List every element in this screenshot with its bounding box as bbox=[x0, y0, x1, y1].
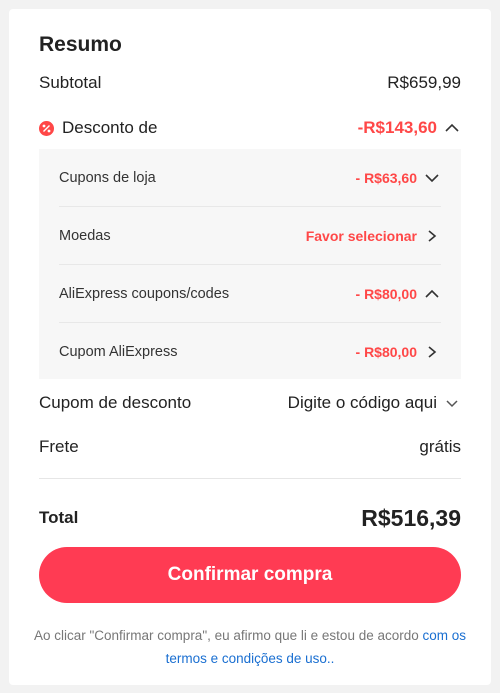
coupon-code-row[interactable]: Cupom de desconto Digite o código aqui bbox=[39, 391, 461, 415]
terms-text: Ao clicar "Confirmar compra", eu afirmo … bbox=[33, 628, 423, 643]
terms-suffix: .. bbox=[326, 651, 335, 666]
discount-value: -R$143,60 bbox=[357, 118, 437, 137]
discount-item-value: - R$63,60 bbox=[355, 169, 417, 186]
chevron-right-icon[interactable] bbox=[423, 345, 441, 359]
discount-item-store-coupons[interactable]: Cupons de loja - R$63,60 bbox=[59, 149, 441, 206]
order-summary-card: Resumo Subtotal R$659,99 Desconto de -R$… bbox=[9, 9, 491, 685]
chevron-up-icon[interactable] bbox=[423, 287, 441, 301]
divider bbox=[39, 478, 461, 479]
discount-item-aliexpress-codes[interactable]: AliExpress coupons/codes - R$80,00 bbox=[59, 265, 441, 322]
shipping-value: grátis bbox=[419, 437, 461, 456]
discount-item-aliexpress-coupon[interactable]: Cupom AliExpress - R$80,00 bbox=[59, 323, 441, 380]
total-label: Total bbox=[39, 508, 79, 527]
discount-item-coins[interactable]: Moedas Favor selecionar bbox=[59, 207, 441, 264]
discount-percent-icon bbox=[39, 120, 54, 136]
chevron-down-icon[interactable] bbox=[423, 171, 441, 185]
shipping-row: Frete grátis bbox=[39, 435, 461, 459]
discount-item-value: - R$80,00 bbox=[355, 343, 417, 360]
chevron-right-icon[interactable] bbox=[423, 229, 441, 243]
total-value: R$516,39 bbox=[361, 504, 461, 531]
chevron-down-icon[interactable] bbox=[443, 396, 461, 410]
discount-item-label: AliExpress coupons/codes bbox=[59, 285, 230, 302]
discount-item-label: Cupons de loja bbox=[59, 169, 156, 186]
coupon-code-input[interactable]: Digite o código aqui bbox=[288, 393, 437, 413]
discount-details-panel: Cupons de loja - R$63,60 Moedas Favor se… bbox=[39, 149, 461, 379]
subtotal-row: Subtotal R$659,99 bbox=[39, 71, 461, 95]
confirm-purchase-button[interactable]: Confirmar compra bbox=[39, 547, 461, 603]
subtotal-label: Subtotal bbox=[39, 73, 102, 92]
discount-label: Desconto de bbox=[62, 118, 158, 137]
discount-item-value[interactable]: Favor selecionar bbox=[306, 228, 417, 244]
discount-row[interactable]: Desconto de -R$143,60 bbox=[39, 116, 461, 140]
discount-item-label: Moedas bbox=[59, 227, 111, 244]
discount-item-value: - R$80,00 bbox=[355, 285, 417, 302]
discount-item-label: Cupom AliExpress bbox=[59, 343, 178, 360]
terms-notice: Ao clicar "Confirmar compra", eu afirmo … bbox=[29, 624, 471, 670]
summary-title: Resumo bbox=[39, 33, 122, 56]
total-row: Total R$516,39 bbox=[39, 503, 461, 533]
coupon-code-label: Cupom de desconto bbox=[39, 393, 192, 412]
subtotal-value: R$659,99 bbox=[387, 73, 461, 92]
chevron-up-icon[interactable] bbox=[443, 121, 461, 135]
shipping-label: Frete bbox=[39, 437, 79, 456]
